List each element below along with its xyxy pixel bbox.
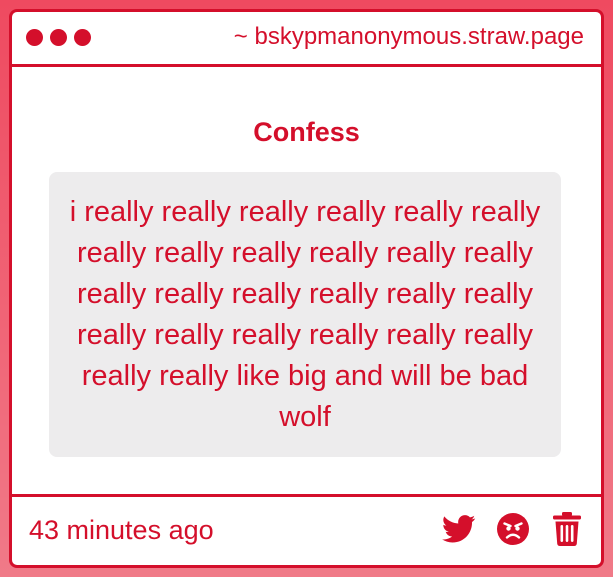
confession-message: i really really really really really rea… <box>69 195 541 433</box>
post-timestamp: 43 minutes ago <box>29 515 214 545</box>
confession-card: ~ bskypmanonymous.straw.page Confess i r… <box>9 9 604 568</box>
window-dot-2[interactable] <box>50 29 67 46</box>
page-title: Confess <box>253 117 360 147</box>
window-dot-3[interactable] <box>74 29 91 46</box>
page-url: ~ bskypmanonymous.straw.page <box>233 23 584 50</box>
window-titlebar: ~ bskypmanonymous.straw.page <box>12 12 601 67</box>
window-dot-1[interactable] <box>26 29 43 46</box>
card-footer: 43 minutes ago <box>12 494 601 565</box>
window-controls <box>26 29 91 46</box>
action-bar <box>441 511 585 547</box>
angry-face-icon[interactable] <box>495 511 531 547</box>
twitter-icon[interactable] <box>441 511 477 547</box>
confession-message-box: i really really really really really rea… <box>49 172 561 457</box>
trash-icon[interactable] <box>549 511 585 547</box>
